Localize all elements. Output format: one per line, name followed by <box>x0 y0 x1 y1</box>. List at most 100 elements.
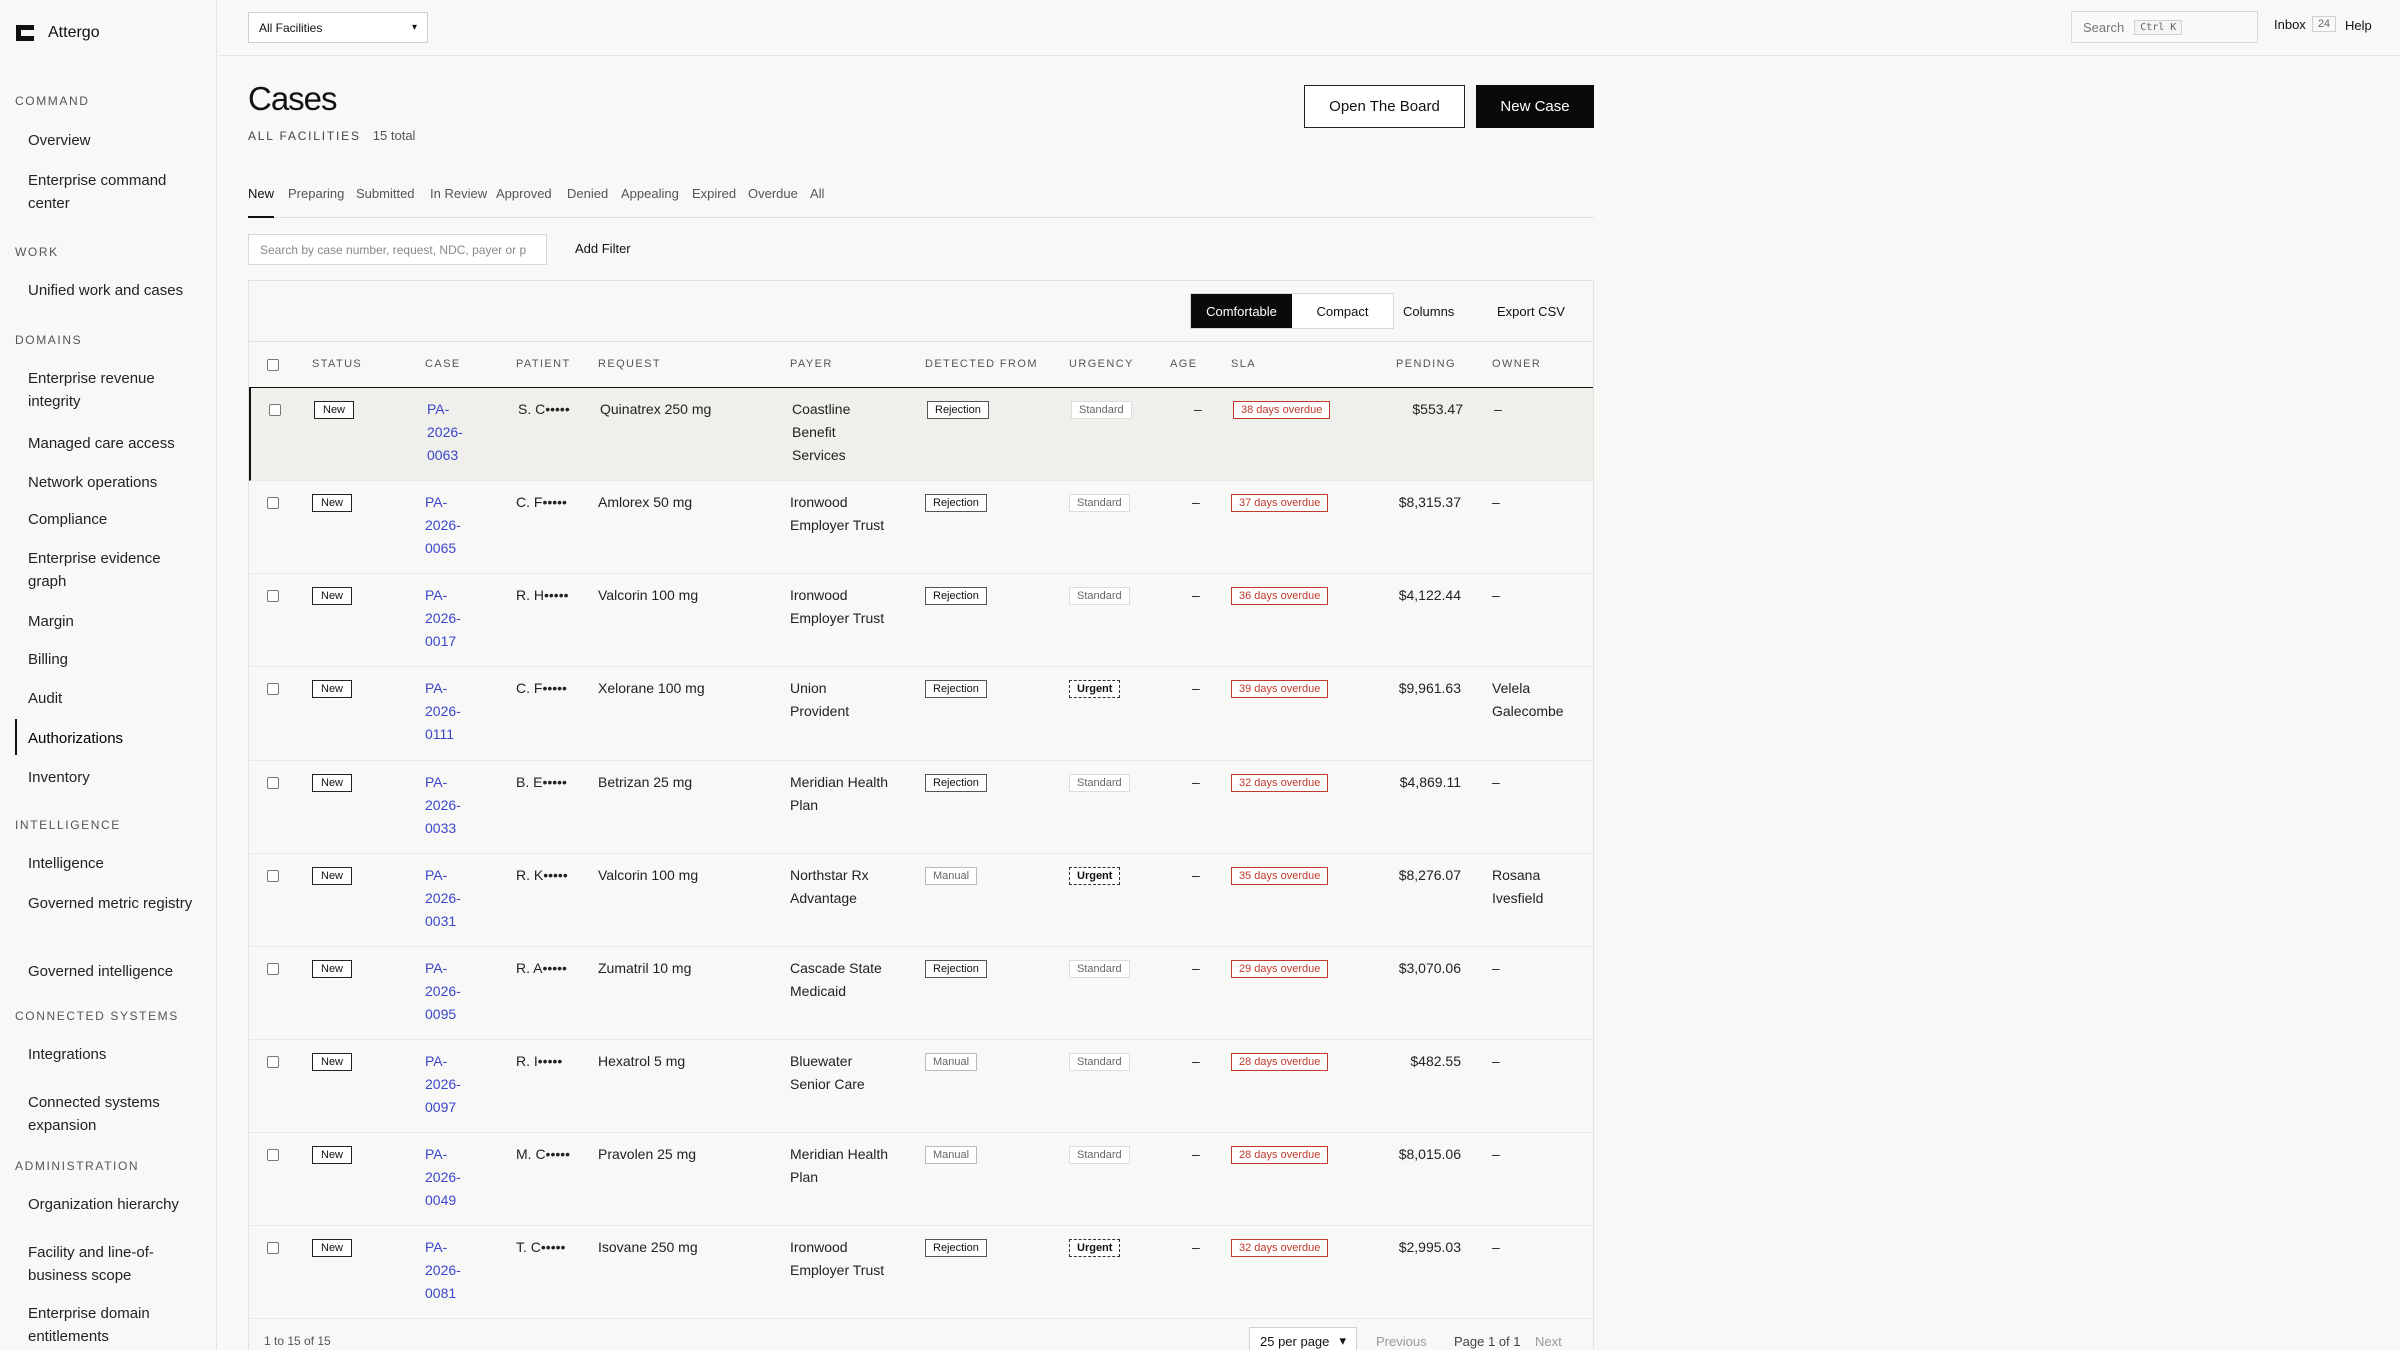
sidebar-item-network-operations[interactable]: Network operations <box>28 471 198 494</box>
export-csv-button[interactable]: Export CSV <box>1497 304 1565 319</box>
next-page-button[interactable]: Next <box>1535 1334 1562 1349</box>
case-number-link[interactable]: PA- 2026- 0111 <box>425 677 461 746</box>
sidebar-item-margin[interactable]: Margin <box>28 610 198 633</box>
column-header-detected-from[interactable]: DETECTED FROM <box>925 358 1038 370</box>
tab-appealing[interactable]: Appealing <box>621 186 679 218</box>
open-board-button[interactable]: Open The Board <box>1304 85 1465 128</box>
row-checkbox[interactable] <box>267 683 279 695</box>
pending-amount: $553.47 <box>1412 401 1463 417</box>
case-number-link[interactable]: PA- 2026- 0081 <box>425 1236 461 1305</box>
table-row[interactable]: New PA- 2026- 0081 T. C••••• Isovane 250 mg Ir… <box>249 1226 1593 1319</box>
table-row[interactable]: New PA- 2026- 0033 B. E••••• Betrizan 25 mg Me… <box>249 761 1593 854</box>
facility-select[interactable]: All Facilities ▾ <box>248 12 428 43</box>
sla-overdue-badge: 32 days overdue <box>1231 1239 1329 1257</box>
sidebar-item-integrations[interactable]: Integrations <box>28 1043 198 1066</box>
sidebar-item-billing[interactable]: Billing <box>28 648 198 671</box>
status-badge: New <box>314 401 355 419</box>
row-checkbox[interactable] <box>267 590 279 602</box>
tab-submitted[interactable]: Submitted <box>356 186 415 218</box>
per-page-select[interactable]: 25 per page ▾ <box>1249 1327 1357 1350</box>
tab-denied[interactable]: Denied <box>567 186 608 218</box>
table-row[interactable]: New PA- 2026- 0049 M. C••••• Pravolen 25 mg Me… <box>249 1133 1593 1226</box>
case-number-link[interactable]: PA- 2026- 0097 <box>425 1050 461 1119</box>
tab-approved[interactable]: Approved <box>496 186 552 218</box>
sidebar-item-enterprise-command-center[interactable]: Enterprise command center <box>28 169 198 215</box>
owner-line: Galecombe <box>1492 703 1564 719</box>
sidebar-item-compliance[interactable]: Compliance <box>28 508 198 531</box>
case-number-line: 2026- <box>425 1169 461 1185</box>
columns-button[interactable]: Columns <box>1403 304 1454 319</box>
case-number-link[interactable]: PA- 2026- 0065 <box>425 491 461 560</box>
sidebar-item-enterprise-evidence-graph[interactable]: Enterprise evidence graph <box>28 547 198 593</box>
column-header-pending[interactable]: PENDING <box>1396 358 1456 370</box>
column-header-patient[interactable]: PATIENT <box>516 358 571 370</box>
column-header-sla[interactable]: SLA <box>1231 358 1256 370</box>
row-checkbox[interactable] <box>267 777 279 789</box>
row-checkbox[interactable] <box>269 404 281 416</box>
tab-in-review[interactable]: In Review <box>430 186 487 218</box>
case-number-line: 0095 <box>425 1006 457 1022</box>
sidebar-item-enterprise-domain-entitlements[interactable]: Enterprise domain entitlements <box>28 1302 198 1348</box>
tab-all[interactable]: All <box>810 186 824 218</box>
case-number-link[interactable]: PA- 2026- 0031 <box>425 864 461 933</box>
table-row[interactable]: New PA- 2026- 0111 C. F••••• Xelorane 100 mg U… <box>249 667 1593 761</box>
sidebar-item-enterprise-revenue-integrity[interactable]: Enterprise revenue integrity <box>28 367 198 413</box>
payer-line: Ironwood <box>790 587 848 603</box>
column-header-owner[interactable]: OWNER <box>1492 358 1541 370</box>
column-header-urgency[interactable]: URGENCY <box>1069 358 1134 370</box>
case-number-link[interactable]: PA- 2026- 0033 <box>425 771 461 840</box>
table-row[interactable]: New PA- 2026- 0097 R. I••••• Hexatrol 5 mg Blu… <box>249 1040 1593 1133</box>
row-checkbox[interactable] <box>267 1242 279 1254</box>
help-link[interactable]: Help <box>2345 18 2372 33</box>
sidebar-item-connected-systems-expansion[interactable]: Connected systems expansion <box>28 1091 198 1137</box>
add-filter-button[interactable]: Add Filter <box>575 241 631 256</box>
sidebar-item-governed-metric-registry[interactable]: Governed metric registry <box>28 892 198 915</box>
tab-expired[interactable]: Expired <box>692 186 736 218</box>
select-all-checkbox[interactable] <box>267 359 279 371</box>
column-header-request[interactable]: REQUEST <box>598 358 661 370</box>
sidebar-item-managed-care-access[interactable]: Managed care access <box>28 432 198 455</box>
comfortable-density-button[interactable]: Comfortable <box>1191 294 1292 328</box>
case-number-line: PA- <box>425 1053 448 1069</box>
tab-new[interactable]: New <box>248 186 275 218</box>
table-row[interactable]: New PA- 2026- 0065 C. F••••• Amlorex 50 mg Iro… <box>249 481 1593 574</box>
column-header-status[interactable]: STATUS <box>312 358 362 370</box>
new-case-button[interactable]: New Case <box>1476 85 1594 128</box>
sidebar-item-governed-intelligence[interactable]: Governed intelligence <box>28 960 198 983</box>
sidebar-item-organization-hierarchy[interactable]: Organization hierarchy <box>28 1193 198 1216</box>
case-search-input[interactable]: Search by case number, request, NDC, pay… <box>248 234 547 265</box>
sidebar-item-audit[interactable]: Audit <box>28 687 198 710</box>
sidebar-item-facility-and-line-of-business-scope[interactable]: Facility and line-of-business scope <box>28 1241 198 1287</box>
inbox-button[interactable]: Inbox 24 <box>2274 16 2337 32</box>
owner-line: Rosana <box>1492 867 1541 883</box>
sidebar-item-inventory[interactable]: Inventory <box>28 766 198 789</box>
brand[interactable]: Attergo <box>16 24 100 42</box>
row-checkbox[interactable] <box>267 870 279 882</box>
case-number-link[interactable]: PA- 2026- 0017 <box>425 584 461 653</box>
global-search[interactable]: Search Ctrl K <box>2071 11 2258 43</box>
table-row[interactable]: New PA- 2026- 0063 S. C••••• Quinatrex 250 mg… <box>249 388 1593 481</box>
column-header-case[interactable]: CASE <box>425 358 461 370</box>
table-row[interactable]: New PA- 2026- 0095 R. A••••• Zumatril 10 mg Ca… <box>249 947 1593 1040</box>
sla-overdue-badge: 35 days overdue <box>1231 867 1329 885</box>
case-number-link[interactable]: PA- 2026- 0049 <box>425 1143 461 1212</box>
sidebar-item-unified-work-and-cases[interactable]: Unified work and cases <box>28 279 198 302</box>
tab-preparing[interactable]: Preparing <box>288 186 344 218</box>
tab-overdue[interactable]: Overdue <box>748 186 798 218</box>
row-checkbox[interactable] <box>267 497 279 509</box>
compact-density-button[interactable]: Compact <box>1292 294 1393 328</box>
case-number-link[interactable]: PA- 2026- 0063 <box>427 398 463 467</box>
table-row[interactable]: New PA- 2026- 0017 R. H••••• Valcorin 100 mg I… <box>249 574 1593 667</box>
payer-line: Bluewater <box>790 1053 853 1069</box>
row-checkbox[interactable] <box>267 963 279 975</box>
table-row[interactable]: New PA- 2026- 0031 R. K••••• Valcorin 100 mg N… <box>249 854 1593 947</box>
previous-page-button[interactable]: Previous <box>1376 1334 1427 1349</box>
row-checkbox[interactable] <box>267 1149 279 1161</box>
sidebar-item-authorizations[interactable]: Authorizations <box>28 727 198 750</box>
sidebar-item-overview[interactable]: Overview <box>28 129 198 152</box>
row-checkbox[interactable] <box>267 1056 279 1068</box>
case-number-link[interactable]: PA- 2026- 0095 <box>425 957 461 1026</box>
sidebar-item-intelligence[interactable]: Intelligence <box>28 852 198 875</box>
column-header-age[interactable]: AGE <box>1170 358 1197 370</box>
column-header-payer[interactable]: PAYER <box>790 358 833 370</box>
